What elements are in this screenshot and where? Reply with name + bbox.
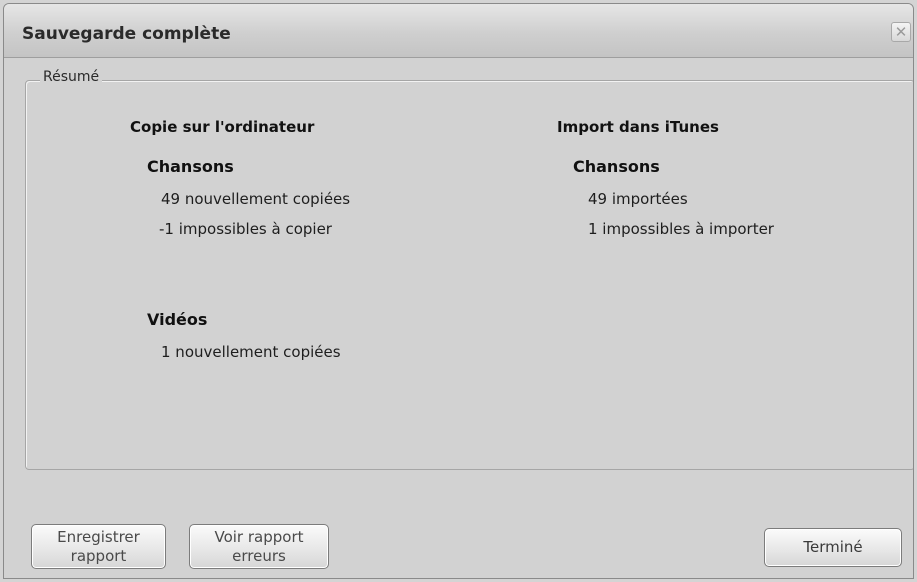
copy-videos-copied: 1 nouvellement copiées	[161, 343, 341, 361]
view-errors-label-line2: erreurs	[232, 547, 286, 565]
save-report-label-line2: rapport	[70, 547, 127, 565]
summary-legend: Résumé	[40, 69, 103, 85]
save-report-button[interactable]: Enregistrer rapport	[31, 524, 166, 569]
close-icon: ✕	[894, 23, 908, 41]
import-songs-heading: Chansons	[573, 157, 660, 176]
copy-songs-heading: Chansons	[147, 157, 234, 176]
copy-songs-failed: -1 impossibles à copier	[159, 220, 332, 238]
view-errors-report-button[interactable]: Voir rapport erreurs	[189, 524, 329, 569]
import-songs-failed: 1 impossibles à importer	[588, 220, 774, 238]
summary-groupbox	[25, 80, 913, 470]
import-songs-imported: 49 importées	[588, 190, 688, 208]
backup-dialog: Sauvegarde complète ✕ Résumé Copie sur l…	[3, 3, 914, 579]
copy-column-heading: Copie sur l'ordinateur	[130, 118, 315, 136]
copy-videos-heading: Vidéos	[147, 310, 208, 329]
copy-songs-copied: 49 nouvellement copiées	[161, 190, 351, 208]
import-column-heading: Import dans iTunes	[557, 118, 719, 136]
close-button[interactable]: ✕	[891, 22, 911, 42]
title-bar: Sauvegarde complète ✕	[4, 4, 913, 58]
save-report-label-line1: Enregistrer	[57, 528, 140, 546]
done-button[interactable]: Terminé	[764, 528, 902, 567]
window-title: Sauvegarde complète	[22, 24, 231, 44]
view-errors-label-line1: Voir rapport	[214, 528, 304, 546]
